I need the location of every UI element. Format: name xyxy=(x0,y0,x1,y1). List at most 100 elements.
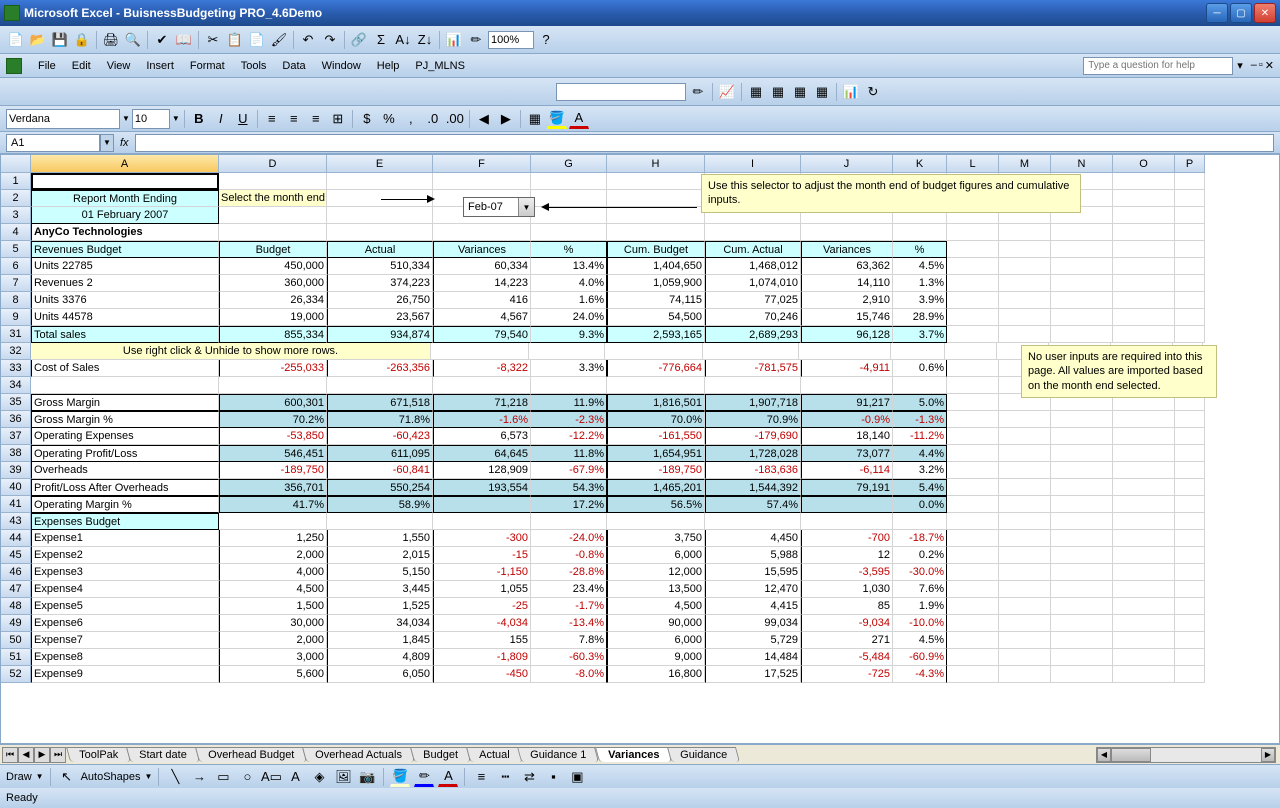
col-header-J[interactable]: J xyxy=(801,155,893,173)
cell[interactable]: -781,575 xyxy=(705,360,801,377)
cell[interactable] xyxy=(1051,428,1113,445)
row-header[interactable]: 38 xyxy=(1,445,31,462)
cell[interactable] xyxy=(31,377,219,394)
row-header[interactable]: 49 xyxy=(1,615,31,632)
cell[interactable]: 12 xyxy=(801,547,893,564)
cell[interactable]: 14,223 xyxy=(433,275,531,292)
col-header-G[interactable]: G xyxy=(531,155,607,173)
cell[interactable]: 4,415 xyxy=(705,598,801,615)
sheet-tab[interactable]: Variances xyxy=(595,747,672,762)
cell[interactable]: -300 xyxy=(433,530,531,547)
cell[interactable]: 416 xyxy=(433,292,531,309)
draw-menu[interactable]: Draw xyxy=(6,771,32,783)
cell[interactable]: 74,115 xyxy=(607,292,705,309)
cell[interactable] xyxy=(1113,173,1175,190)
cell[interactable]: 611,095 xyxy=(327,445,433,462)
row-header[interactable]: 43 xyxy=(1,513,31,530)
cell[interactable]: -11.2% xyxy=(893,428,947,445)
sort-asc-icon[interactable]: A↓ xyxy=(393,30,413,50)
cell[interactable]: 2,015 xyxy=(327,547,433,564)
cell[interactable] xyxy=(999,598,1051,615)
inc-decimal-button[interactable]: .0 xyxy=(423,109,443,129)
line-style-icon[interactable]: ≡ xyxy=(471,767,491,787)
cell[interactable]: 1,550 xyxy=(327,530,433,547)
cell[interactable]: Expense1 xyxy=(31,530,219,547)
permission-icon[interactable]: 🔒 xyxy=(72,30,92,50)
comma-button[interactable]: , xyxy=(401,109,421,129)
cell[interactable]: 6,050 xyxy=(327,666,433,683)
cell[interactable]: Revenues Budget xyxy=(31,241,219,258)
cell[interactable]: Select the month end xyxy=(219,190,327,207)
cell[interactable] xyxy=(999,564,1051,581)
cell[interactable] xyxy=(999,513,1051,530)
cell[interactable]: 4.0% xyxy=(531,275,607,292)
cell[interactable]: 9,000 xyxy=(607,649,705,666)
cell[interactable]: 70,246 xyxy=(705,309,801,326)
chart-type-icon[interactable]: 📈 xyxy=(717,82,737,102)
cell[interactable] xyxy=(947,241,999,258)
cell[interactable] xyxy=(531,513,607,530)
cell[interactable]: 374,223 xyxy=(327,275,433,292)
cell[interactable] xyxy=(1175,649,1205,666)
cell[interactable]: -28.8% xyxy=(531,564,607,581)
autoshapes-menu[interactable]: AutoShapes xyxy=(81,771,141,783)
horizontal-scrollbar[interactable]: ◀ ▶ xyxy=(1096,747,1276,763)
cell[interactable] xyxy=(1113,496,1175,513)
name-box-dropdown[interactable]: ▼ xyxy=(100,134,114,152)
cell[interactable] xyxy=(947,479,999,496)
help-icon[interactable]: ? xyxy=(536,30,556,50)
font-size-select[interactable] xyxy=(132,109,170,129)
cell[interactable] xyxy=(1051,411,1113,428)
select-objects-icon[interactable]: ↖ xyxy=(57,767,77,787)
cell[interactable] xyxy=(947,275,999,292)
menu-format[interactable]: Format xyxy=(182,58,233,74)
menu-pjmlns[interactable]: PJ_MLNS xyxy=(407,58,473,74)
cell[interactable]: 11.8% xyxy=(531,445,607,462)
cell[interactable] xyxy=(999,258,1051,275)
print-icon[interactable]: 🖨 xyxy=(101,30,121,50)
scroll-left-button[interactable]: ◀ xyxy=(1097,748,1111,762)
cell[interactable]: 14,484 xyxy=(705,649,801,666)
hyperlink-icon[interactable]: 🔗 xyxy=(349,30,369,50)
cell[interactable] xyxy=(1175,224,1205,241)
cell[interactable] xyxy=(1175,615,1205,632)
cell[interactable] xyxy=(1113,292,1175,309)
cell[interactable]: -1.7% xyxy=(531,598,607,615)
cell[interactable] xyxy=(947,666,999,683)
cell[interactable] xyxy=(1175,292,1205,309)
cell[interactable] xyxy=(947,581,999,598)
arrow-style-icon[interactable]: ⇄ xyxy=(519,767,539,787)
preview-icon[interactable]: 🔍 xyxy=(123,30,143,50)
row-header[interactable]: 41 xyxy=(1,496,31,513)
fill-color-button[interactable]: 🪣 xyxy=(547,109,567,129)
dec-decimal-button[interactable]: .00 xyxy=(445,109,465,129)
cell[interactable] xyxy=(947,428,999,445)
cell[interactable] xyxy=(1051,326,1113,343)
cell[interactable] xyxy=(1175,513,1205,530)
cell[interactable] xyxy=(999,666,1051,683)
open-icon[interactable]: 📂 xyxy=(28,30,48,50)
cell[interactable]: Variances xyxy=(433,241,531,258)
cell[interactable] xyxy=(1113,326,1175,343)
row-header[interactable]: 4 xyxy=(1,224,31,241)
cell[interactable]: -60,423 xyxy=(327,428,433,445)
cell[interactable]: 11.9% xyxy=(531,394,607,411)
cell[interactable] xyxy=(1113,615,1175,632)
currency-button[interactable]: $ xyxy=(357,109,377,129)
cell[interactable]: Budget xyxy=(219,241,327,258)
col-header-F[interactable]: F xyxy=(433,155,531,173)
row-header[interactable]: 2 xyxy=(1,190,31,207)
cell[interactable]: 4,809 xyxy=(327,649,433,666)
cell[interactable] xyxy=(1175,173,1205,190)
cell[interactable]: 9.3% xyxy=(531,326,607,343)
cell[interactable] xyxy=(1113,428,1175,445)
wordart-icon[interactable]: A xyxy=(285,767,305,787)
col-header-H[interactable]: H xyxy=(607,155,705,173)
cell[interactable] xyxy=(705,377,801,394)
dash-style-icon[interactable]: ┅ xyxy=(495,767,515,787)
cell[interactable]: -60,841 xyxy=(327,462,433,479)
cell[interactable] xyxy=(1175,190,1205,207)
menu-file[interactable]: File xyxy=(30,58,64,74)
cell[interactable] xyxy=(1113,581,1175,598)
cell[interactable] xyxy=(1051,496,1113,513)
